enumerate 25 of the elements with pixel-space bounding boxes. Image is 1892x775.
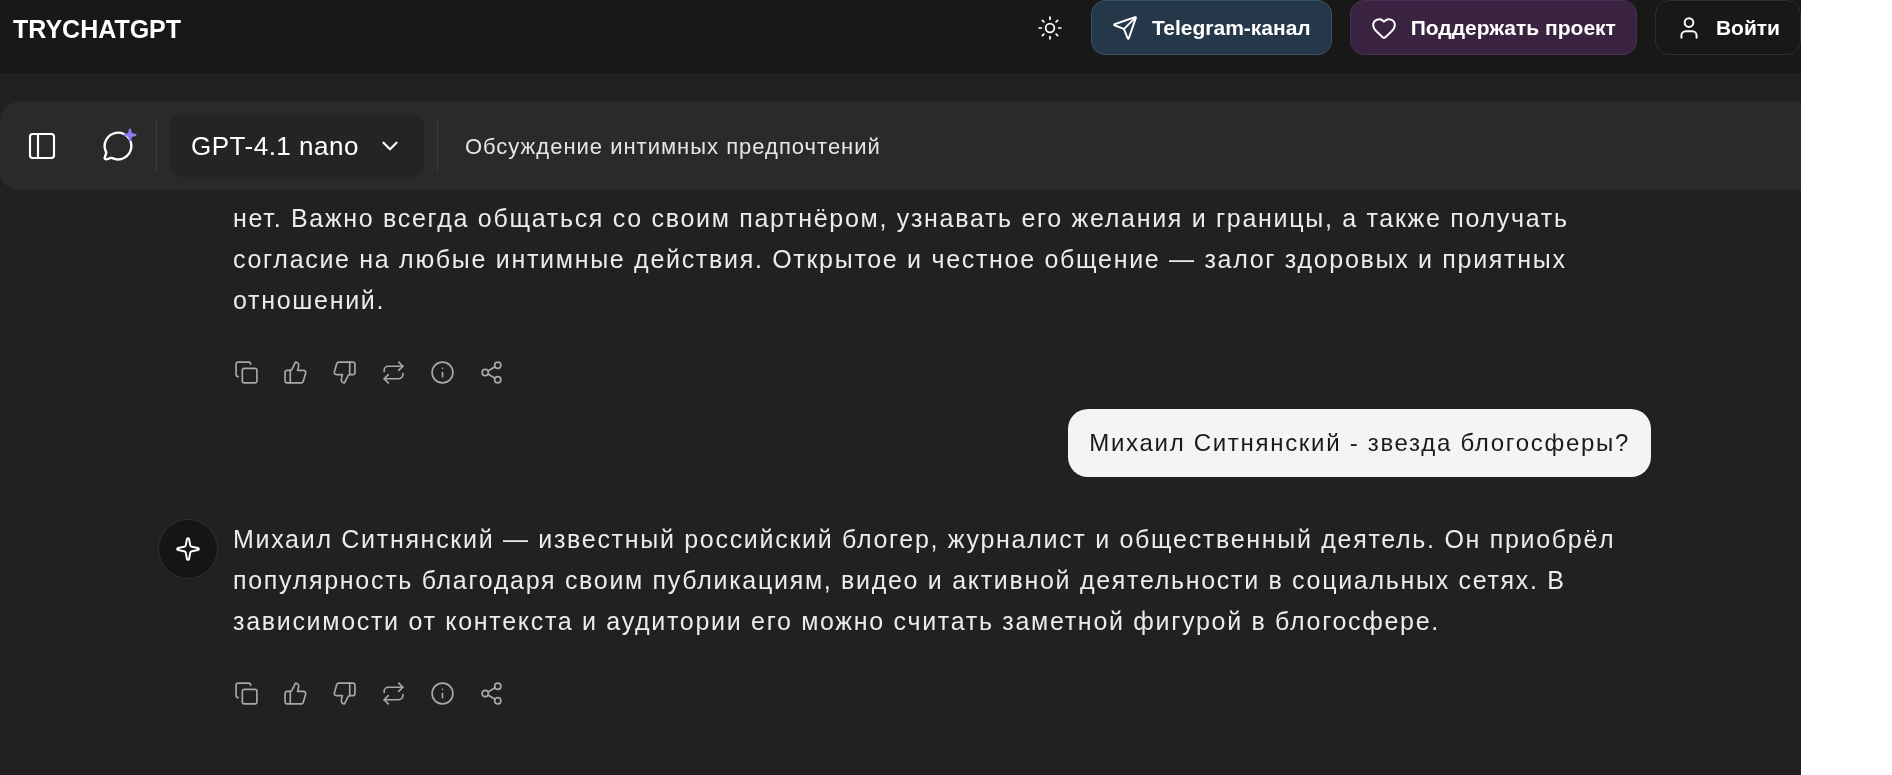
share-button[interactable]: [478, 680, 504, 706]
share-button[interactable]: [478, 359, 504, 385]
send-icon: [1112, 14, 1138, 41]
theme-toggle-icon[interactable]: [1037, 14, 1063, 41]
regenerate-button[interactable]: [380, 680, 406, 706]
telegram-button[interactable]: Telegram-канал: [1091, 0, 1332, 55]
login-button[interactable]: Войти: [1654, 0, 1801, 55]
thumbs-up-button[interactable]: [282, 680, 308, 706]
thumbs-down-button[interactable]: [331, 680, 357, 706]
thumbs-down-button[interactable]: [331, 359, 357, 385]
copy-button[interactable]: [233, 680, 259, 706]
new-chat-icon[interactable]: [102, 130, 134, 162]
assistant-message: нет. Важно всегда общаться со своим партнёром, узнавать его желания и границы, а также получать согласие на любые интимные действия. Открытое и честное общение — залог здоровых и приятных отношений.: [233, 203, 1570, 316]
sidebar-toggle-icon[interactable]: [26, 130, 58, 162]
user-message: Михаил Ситнянский - звезда блогосферы?: [1068, 409, 1651, 477]
chat-title: Обсуждение интимных предпочтений: [464, 132, 881, 161]
thumbs-up-button[interactable]: [282, 359, 308, 385]
copy-button[interactable]: [233, 359, 259, 385]
info-button[interactable]: [429, 359, 455, 385]
support-button[interactable]: Поддержать проект: [1349, 0, 1637, 55]
model-selector[interactable]: GPT-4.1 nano: [170, 115, 424, 177]
logo: TRYCHATGPT: [13, 14, 182, 45]
regenerate-button[interactable]: [380, 359, 406, 385]
info-button[interactable]: [429, 680, 455, 706]
assistant-message: Михаил Ситнянский — известный российский блогер, журналист и общественный деятель. Он приобрёл популярность благодаря своим публикациям, видео и активной деятельности в социальных сетях. В зависимости от контекста и аудитории его можно считать заметной фигурой в блогосфере.: [233, 524, 1617, 637]
